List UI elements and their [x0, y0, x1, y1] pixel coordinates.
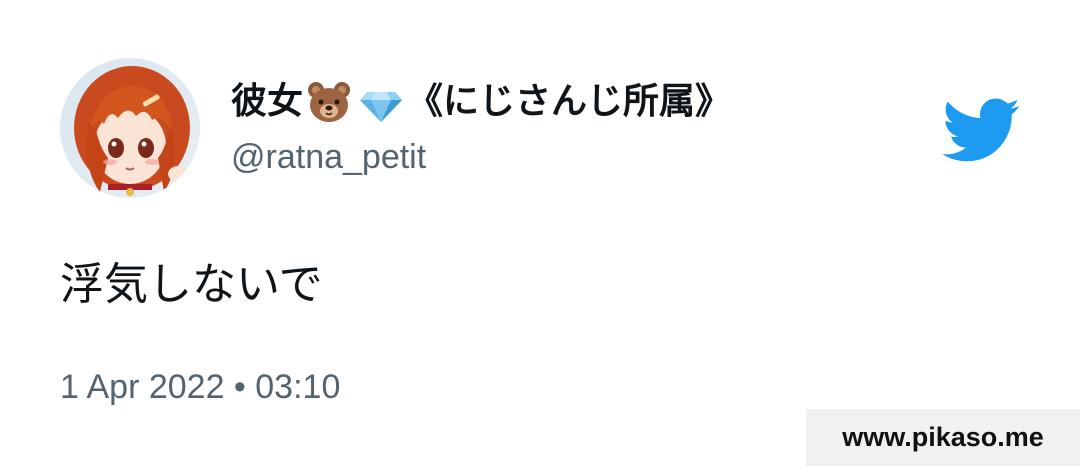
twitter-bird-icon[interactable] — [938, 96, 1022, 164]
author-handle[interactable]: @ratna_petit — [231, 134, 426, 180]
display-name-suffix: 《にじさんじ所属》 — [407, 81, 732, 122]
display-name-prefix: 彼女 — [231, 81, 304, 122]
author-avatar[interactable] — [60, 58, 200, 198]
bear-face-emoji-icon — [305, 78, 353, 126]
author-display-name[interactable]: 彼女 《にじさんじ所属》 — [231, 76, 731, 128]
tweet-text: 浮気しないで — [60, 259, 323, 310]
watermark-text: www.pikaso.me — [842, 422, 1044, 452]
avatar-illustration — [60, 58, 200, 198]
pikaso-watermark: www.pikaso.me — [806, 409, 1080, 466]
gem-stone-emoji-icon — [357, 78, 405, 126]
tweet-timestamp[interactable]: 1 Apr 2022 • 03:10 — [60, 364, 340, 410]
